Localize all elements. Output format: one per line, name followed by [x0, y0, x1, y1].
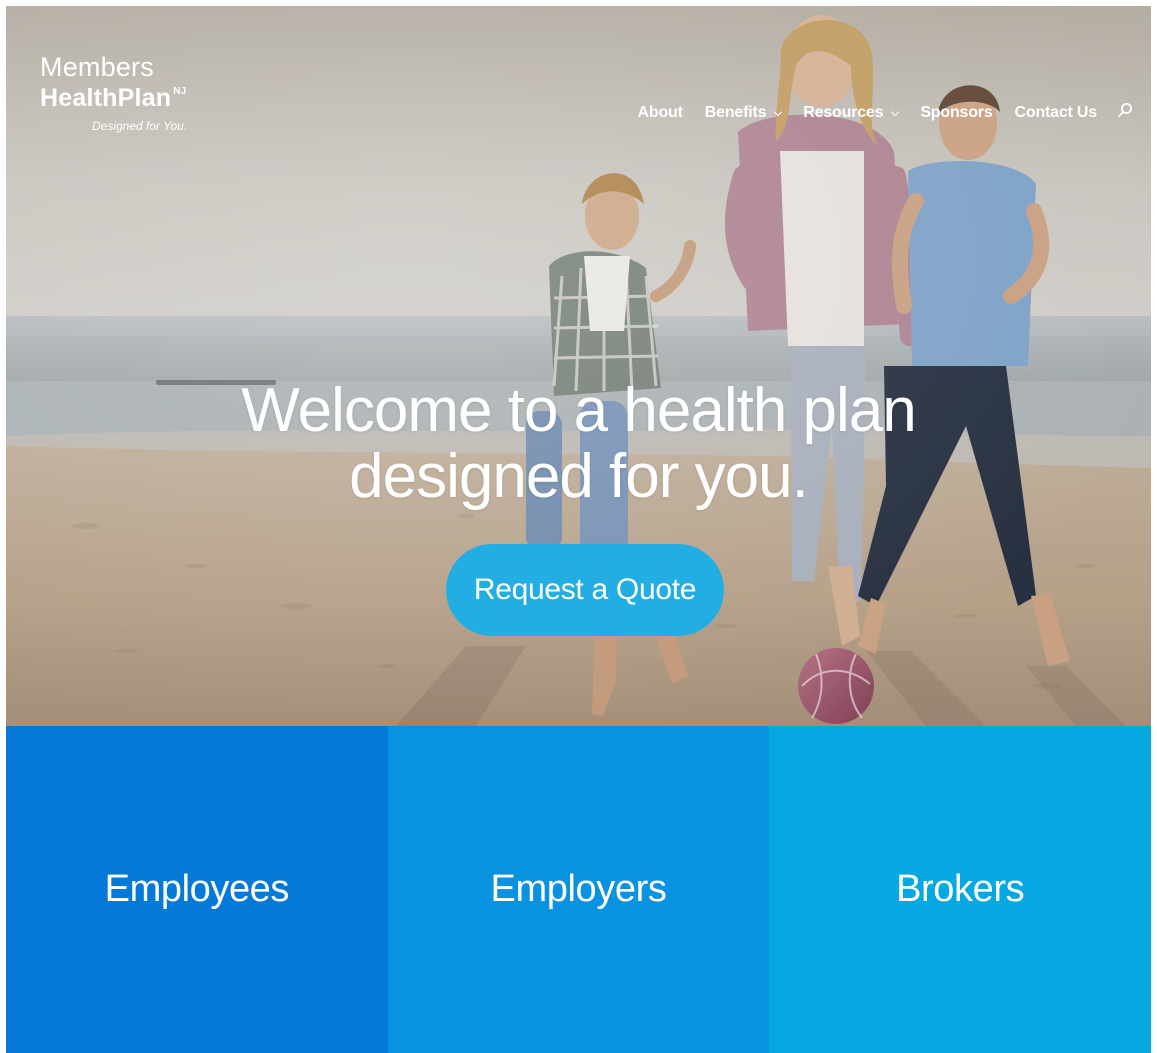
- logo-superscript: NJ: [173, 86, 187, 97]
- main-navigation: About Benefits Resources Sponsors Contac…: [616, 102, 1133, 122]
- nav-contact-us-label: Contact Us: [1014, 104, 1098, 121]
- nav-about-label: About: [637, 104, 683, 121]
- nav-sponsors[interactable]: Sponsors: [920, 104, 992, 122]
- logo-healthplan-text: HealthPlan: [40, 84, 172, 112]
- logo-line-healthplan: HealthPlan NJ: [40, 86, 187, 111]
- nav-about[interactable]: About: [638, 104, 683, 122]
- homepage: Members HealthPlan NJ Designed for You. A…: [0, 0, 1157, 1053]
- site-logo[interactable]: Members HealthPlan NJ Designed for You.: [40, 52, 188, 133]
- employees-panel-label: Employees: [104, 868, 290, 910]
- nav-contact-us[interactable]: Contact Us: [1014, 104, 1098, 122]
- search-icon[interactable]: [1117, 102, 1133, 118]
- employers-panel-label: Employers: [490, 868, 667, 910]
- nav-sponsors-label: Sponsors: [920, 104, 993, 121]
- nav-benefits-label: Benefits: [704, 104, 767, 121]
- logo-line-members: Members: [40, 52, 154, 82]
- request-quote-button[interactable]: Request a Quote: [446, 544, 724, 636]
- logo-tagline: Designed for You.: [92, 119, 188, 133]
- hero-section: Members HealthPlan NJ Designed for You. A…: [6, 6, 1151, 726]
- nav-resources-label: Resources: [803, 104, 884, 121]
- chevron-down-icon: [891, 107, 900, 116]
- hero-heading-line-2: designed for you.: [349, 442, 809, 512]
- nav-benefits[interactable]: Benefits: [704, 104, 783, 122]
- audience-panels: Employees Employers Brokers: [6, 726, 1152, 1053]
- chevron-down-icon: [774, 107, 783, 116]
- hero-heading-line-1: Welcome to a health plan: [241, 375, 917, 445]
- nav-resources[interactable]: Resources: [803, 104, 900, 122]
- employers-panel[interactable]: Employers: [387, 726, 770, 1053]
- employees-panel[interactable]: Employees: [6, 726, 388, 1053]
- brokers-panel-label: Brokers: [896, 868, 1025, 910]
- brokers-panel[interactable]: Brokers: [769, 726, 1152, 1053]
- hero-heading: Welcome to a health plan designed for yo…: [6, 375, 1151, 512]
